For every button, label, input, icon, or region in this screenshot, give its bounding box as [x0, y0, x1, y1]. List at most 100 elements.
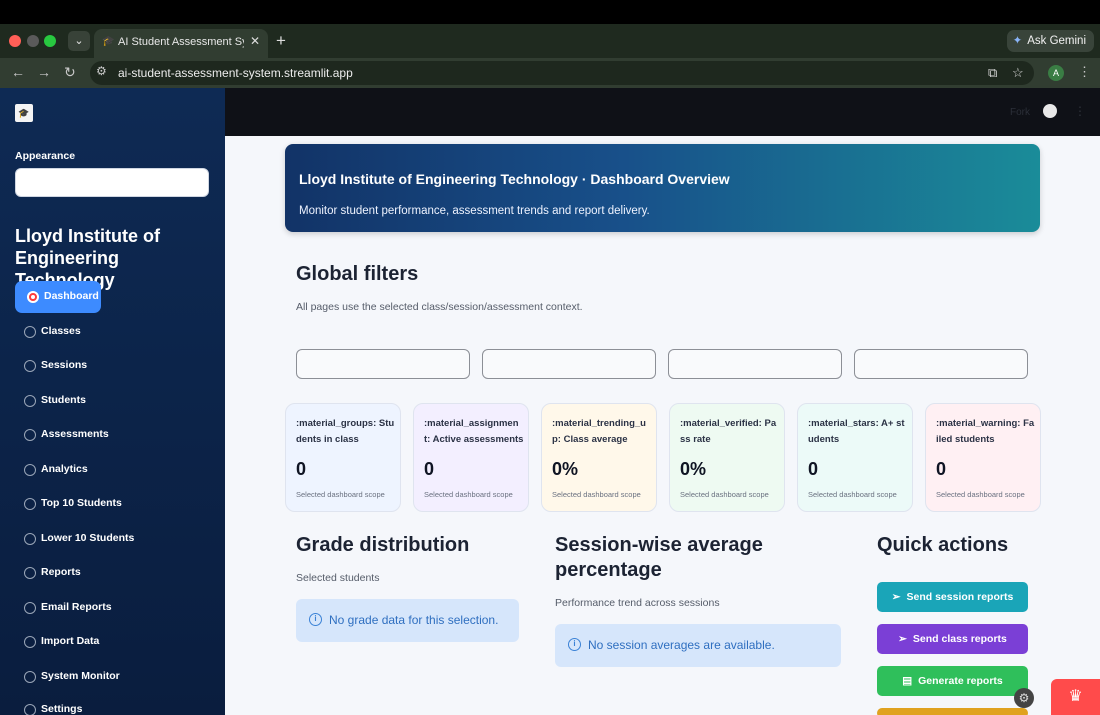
- radio-icon: [24, 464, 36, 476]
- sidebar-item-email-reports[interactable]: Email Reports: [15, 592, 215, 624]
- app-logo-icon: 🎓: [15, 104, 33, 122]
- main-content: Lloyd Institute of Engineering Technolog…: [225, 136, 1100, 715]
- browser-menu-icon[interactable]: ⋮: [1078, 64, 1091, 80]
- appearance-select[interactable]: [15, 168, 209, 197]
- minimize-window-button[interactable]: [27, 35, 39, 47]
- hero-banner: Lloyd Institute of Engineering Technolog…: [285, 144, 1040, 232]
- radio-icon: [24, 395, 36, 407]
- metric-label: :material_assignment: Active assessments: [424, 418, 524, 445]
- screen-top-bar: [0, 0, 1100, 24]
- send-icon: ➢: [898, 633, 907, 645]
- sidebar-item-label: Sessions: [41, 359, 88, 371]
- sidebar-item-label: Import Data: [41, 635, 100, 647]
- sidebar-item-label: Lower 10 Students: [41, 532, 135, 544]
- sidebar-item-dashboard[interactable]: Dashboard: [15, 281, 101, 313]
- metric-card-active-assessments: :material_assignment: Active assessments…: [413, 403, 529, 512]
- class-filter-select[interactable]: [296, 349, 470, 379]
- radio-icon: [24, 360, 36, 372]
- metric-value: 0: [296, 459, 307, 479]
- radio-icon: [24, 602, 36, 614]
- metric-label: :material_groups: Students in class: [296, 418, 395, 445]
- sidebar-item-lower-10-students[interactable]: Lower 10 Students: [15, 523, 215, 555]
- metric-value: 0: [808, 459, 819, 479]
- maximize-window-button[interactable]: [44, 35, 56, 47]
- install-app-icon[interactable]: ⧉: [988, 65, 997, 81]
- sidebar-item-analytics[interactable]: Analytics: [15, 454, 215, 486]
- reload-icon[interactable]: ↻: [64, 64, 76, 81]
- metric-label: :material_verified: Pass rate: [680, 418, 777, 445]
- sidebar: 🎓 Appearance Lloyd Institute of Engineer…: [0, 88, 225, 715]
- site-settings-icon[interactable]: ⚙: [96, 64, 107, 78]
- streamlit-favicon-icon: 🎓: [102, 36, 115, 47]
- sidebar-item-label: Top 10 Students: [41, 497, 122, 509]
- close-window-button[interactable]: [9, 35, 21, 47]
- sidebar-item-label: Reports: [41, 566, 81, 578]
- tab-close-icon[interactable]: ✕: [250, 34, 260, 48]
- info-icon: i: [568, 638, 581, 651]
- forward-arrow-icon[interactable]: →: [37, 64, 51, 80]
- gemini-sparkle-icon: ✦: [1012, 35, 1023, 47]
- radio-icon: [24, 326, 36, 338]
- info-icon: i: [309, 613, 322, 626]
- ask-gemini-button[interactable]: ✦ Ask Gemini: [1006, 30, 1094, 52]
- metric-value: 0%: [552, 459, 579, 479]
- tab-title: AI Student Assessment System: [118, 36, 244, 48]
- send-session-reports-button[interactable]: ➢ Send session reports: [877, 582, 1028, 612]
- sidebar-item-top-10-students[interactable]: Top 10 Students: [15, 488, 215, 520]
- back-arrow-icon[interactable]: ←: [11, 64, 25, 80]
- metric-card-students-in-class: :material_groups: Students in class 0 Se…: [285, 403, 401, 512]
- sidebar-item-students[interactable]: Students: [15, 385, 215, 417]
- sidebar-item-reports[interactable]: Reports: [15, 557, 215, 589]
- sidebar-item-import-data[interactable]: Import Data: [15, 626, 215, 658]
- assessment-filter-select[interactable]: [668, 349, 842, 379]
- hero-title: Lloyd Institute of Engineering Technolog…: [299, 171, 730, 187]
- metric-label: :material_warning: Failed students: [936, 418, 1035, 445]
- metric-scope: Selected dashboard scope: [680, 490, 769, 499]
- sidebar-item-assessments[interactable]: Assessments: [15, 419, 215, 451]
- send-icon: ➢: [891, 591, 901, 603]
- quick-action-button-partial[interactable]: [877, 708, 1028, 715]
- radio-icon: [24, 636, 36, 648]
- global-filters-subtitle: All pages use the selected class/session…: [296, 301, 583, 313]
- metric-scope: Selected dashboard scope: [296, 490, 385, 499]
- metric-card-class-average: :material_trending_up: Class average 0% …: [541, 403, 657, 512]
- radio-icon: [24, 567, 36, 579]
- radio-icon: [24, 498, 36, 510]
- sidebar-item-classes[interactable]: Classes: [15, 316, 215, 348]
- grade-distribution-title: Grade distribution: [296, 534, 470, 556]
- app-menu-icon[interactable]: ⋮: [1074, 104, 1086, 118]
- new-tab-button[interactable]: +: [276, 31, 286, 51]
- profile-avatar[interactable]: A: [1048, 65, 1064, 81]
- metric-scope: Selected dashboard scope: [552, 490, 641, 499]
- global-filters-title: Global filters: [296, 263, 419, 285]
- radio-icon: [24, 429, 36, 441]
- browser-tab-active[interactable]: 🎓 AI Student Assessment System ✕: [94, 29, 268, 58]
- github-icon[interactable]: [1043, 104, 1057, 118]
- app-header: [225, 88, 1100, 136]
- button-label: Send class reports: [912, 633, 1007, 645]
- fork-button[interactable]: Fork: [1010, 107, 1030, 118]
- streamlit-crown-icon[interactable]: ♛: [1051, 679, 1100, 715]
- metric-scope: Selected dashboard scope: [808, 490, 897, 499]
- sidebar-item-sessions[interactable]: Sessions: [15, 350, 215, 382]
- metric-value: 0: [936, 459, 947, 479]
- sidebar-item-label: System Monitor: [41, 670, 120, 682]
- extra-filter-select[interactable]: [854, 349, 1028, 379]
- generate-reports-button[interactable]: ▤ Generate reports: [877, 666, 1028, 696]
- session-info-text: No session averages are available.: [588, 638, 775, 652]
- hero-subtitle: Monitor student performance, assessment …: [299, 205, 650, 217]
- sidebar-item-settings[interactable]: Settings: [15, 694, 215, 715]
- send-class-reports-button[interactable]: ➢ Send class reports: [877, 624, 1028, 654]
- radio-icon: [24, 533, 36, 545]
- session-average-title: Session-wise average percentage: [555, 534, 763, 581]
- settings-gear-icon[interactable]: ⚙: [1014, 688, 1034, 708]
- session-filter-select[interactable]: [482, 349, 656, 379]
- sidebar-item-label: Settings: [41, 703, 83, 715]
- address-bar[interactable]: ⚙ ai-student-assessment-system.streamlit…: [90, 61, 1034, 85]
- sidebar-item-system-monitor[interactable]: System Monitor: [15, 661, 215, 693]
- radio-icon: [24, 671, 36, 683]
- grade-distribution-subtitle: Selected students: [296, 572, 380, 584]
- radio-icon: [24, 704, 36, 715]
- bookmark-star-icon[interactable]: ☆: [1012, 65, 1024, 81]
- tab-search-chevron-icon[interactable]: ⌄: [68, 31, 90, 51]
